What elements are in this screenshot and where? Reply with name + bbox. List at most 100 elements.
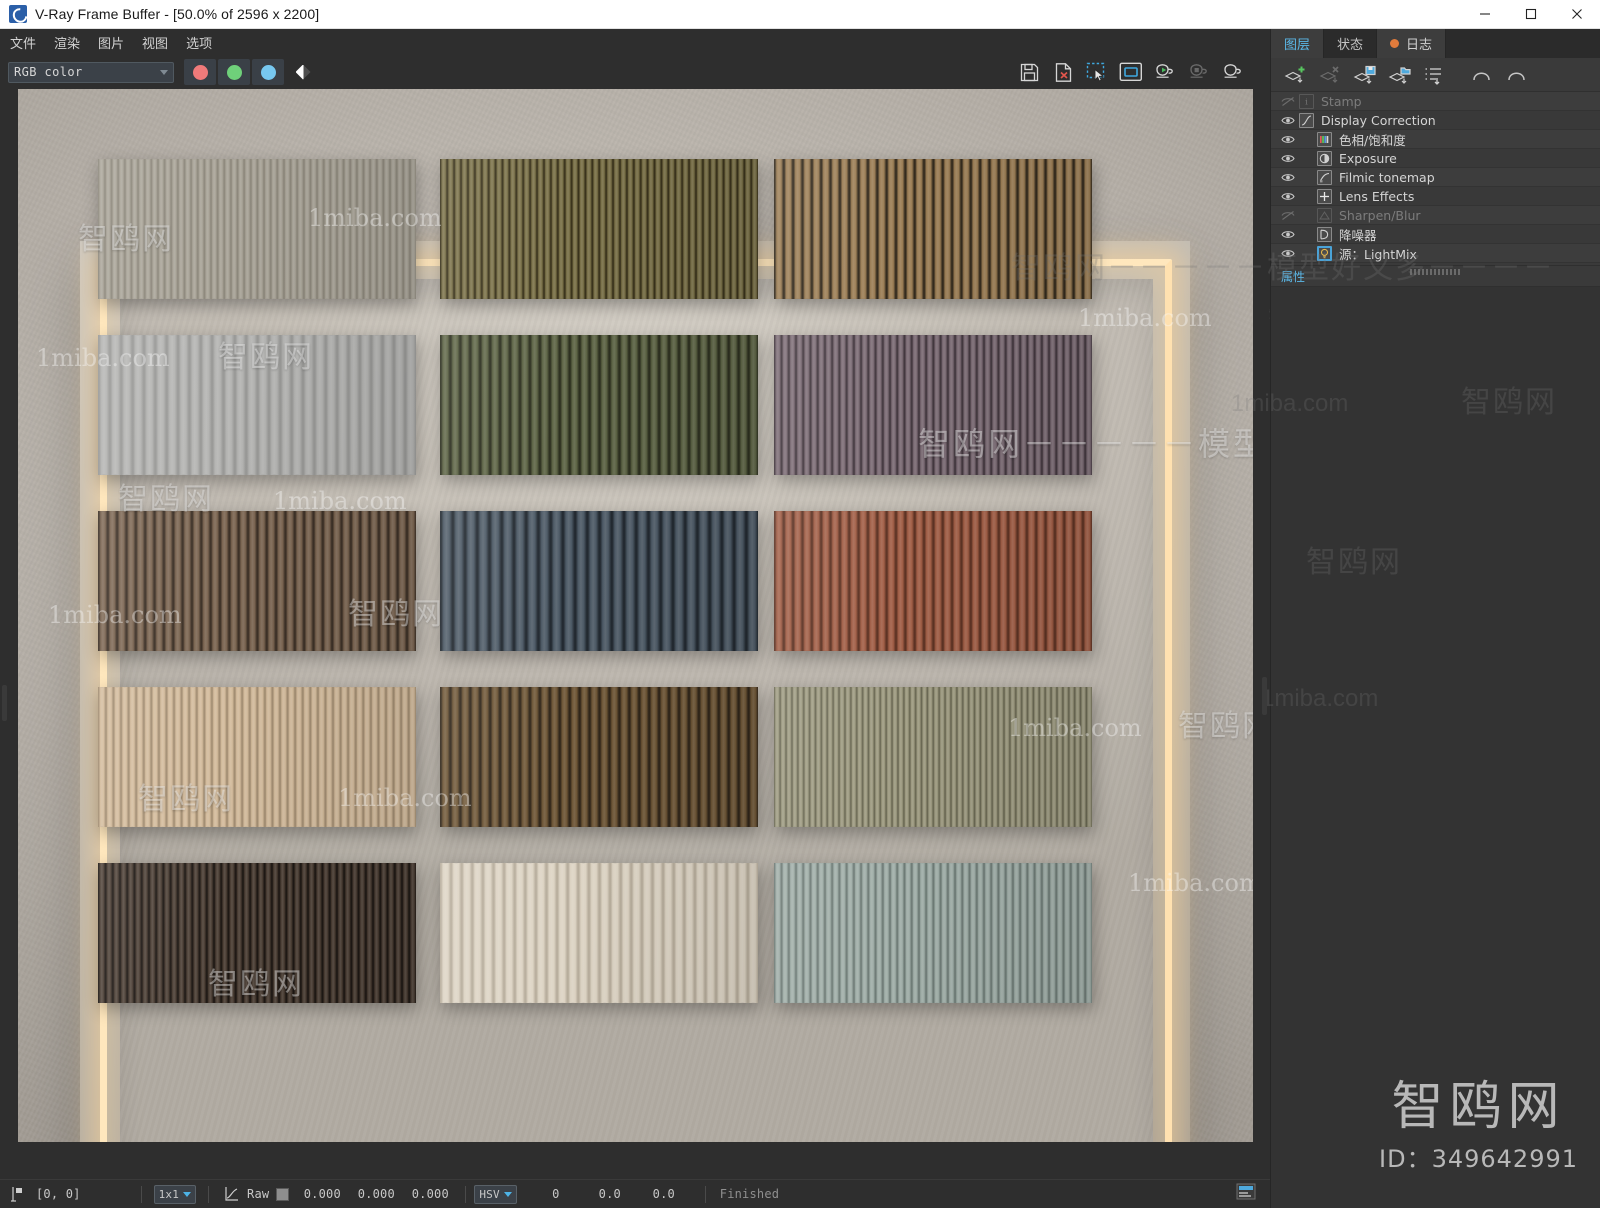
render-toolbar: RGB color — [0, 55, 1270, 89]
fluted-slat-texture — [440, 863, 758, 1003]
material-sample-panel — [98, 511, 416, 651]
render-viewport[interactable]: 1miba.com 智鸥网 智鸥网 1miba.com 智鸥网 1miba.co… — [0, 89, 1270, 1179]
status-bar: [0, 0] 1x1 Raw 0.000 0.000 0.000 HSV 0 0… — [0, 1179, 1270, 1208]
hue-saturation-icon — [1317, 131, 1332, 147]
tab-layers-label: 图层 — [1284, 38, 1311, 53]
layer-row[interactable]: Filmic tonemap — [1271, 168, 1600, 187]
eye-visible-icon[interactable] — [1277, 115, 1299, 126]
save-image-xml-icon[interactable] — [1048, 58, 1078, 86]
layer-name: Stamp — [1321, 93, 1362, 109]
menu-render[interactable]: 渲染 — [54, 33, 80, 52]
tab-properties[interactable]: 属性 — [1271, 266, 1315, 286]
layer-row[interactable]: Lens Effects — [1271, 187, 1600, 206]
stamp-icon: i — [1299, 93, 1314, 109]
eye-visible-icon[interactable] — [1277, 229, 1299, 240]
lightmix-icon — [1317, 245, 1332, 261]
add-layer-icon[interactable] — [1281, 63, 1308, 87]
fluted-slat-texture — [440, 159, 758, 299]
save-image-icon[interactable] — [1014, 58, 1044, 86]
right-splitter-handle[interactable] — [1262, 677, 1267, 715]
fluted-slat-texture — [440, 335, 758, 475]
fit-view-icon[interactable] — [1116, 58, 1146, 86]
tab-status[interactable]: 状态 — [1324, 29, 1378, 58]
watermark-cn: 智鸥网 — [1461, 386, 1557, 419]
menu-view[interactable]: 视图 — [142, 33, 168, 52]
panel-grip-handle[interactable] — [1409, 269, 1462, 275]
render-start-icon[interactable] — [1150, 58, 1180, 86]
tab-layers[interactable]: 图层 — [1271, 29, 1325, 58]
panel-tabs: 图层 状态 日志 — [1271, 29, 1600, 58]
curve-icon — [1299, 112, 1314, 128]
rgb-g-value: 0.000 — [357, 1187, 395, 1201]
close-icon[interactable] — [1554, 0, 1600, 29]
eye-visible-icon[interactable] — [1277, 172, 1299, 183]
channel-select-value: RGB color — [14, 65, 83, 79]
curve-icon[interactable] — [221, 1186, 241, 1202]
material-sample-panel — [98, 687, 416, 827]
layer-row[interactable]: Sharpen/Blur — [1271, 206, 1600, 225]
rgb-b-value: 0.000 — [411, 1187, 449, 1201]
layer-row[interactable]: 降噪器 — [1271, 225, 1600, 244]
svg-text:i: i — [1305, 97, 1308, 106]
material-sample-panel — [440, 687, 758, 827]
color-mode-value: HSV — [479, 1187, 500, 1201]
eye-hidden-icon[interactable] — [1277, 96, 1299, 107]
layer-row[interactable]: i Stamp — [1271, 92, 1600, 111]
history-thumb-icon[interactable] — [1236, 1183, 1256, 1205]
hsv-h-value: 0 — [552, 1187, 560, 1201]
layer-presets-icon[interactable] — [1421, 63, 1448, 87]
eye-visible-icon[interactable] — [1277, 134, 1299, 145]
fluted-slat-texture — [98, 511, 416, 651]
save-layers-icon[interactable] — [1351, 63, 1378, 87]
eye-visible-icon[interactable] — [1277, 153, 1299, 164]
material-sample-panel — [98, 335, 416, 475]
eye-hidden-icon[interactable] — [1277, 210, 1299, 221]
eye-visible-icon[interactable] — [1277, 191, 1299, 202]
pixel-lock-icon[interactable] — [6, 1186, 28, 1202]
tab-status-label: 状态 — [1337, 38, 1364, 53]
eye-visible-icon[interactable] — [1277, 248, 1299, 259]
layer-row[interactable]: Display Correction — [1271, 111, 1600, 130]
layer-row[interactable]: 色相/饱和度 — [1271, 130, 1600, 149]
divider — [465, 1185, 467, 1203]
layer-name: 色相/饱和度 — [1339, 132, 1406, 148]
tab-properties-label: 属性 — [1281, 269, 1306, 284]
fluted-slat-texture — [98, 159, 416, 299]
channel-select[interactable]: RGB color — [8, 61, 174, 83]
render-last-icon[interactable] — [1218, 58, 1248, 86]
render-stop-icon[interactable] — [1184, 58, 1214, 86]
rendered-image[interactable]: 1miba.com 智鸥网 智鸥网 1miba.com 智鸥网 1miba.co… — [18, 89, 1253, 1142]
denoiser-icon — [1317, 226, 1332, 242]
properties-area: 属性 智鸥网－－－－－模型好又多－－－－ 1miba.com 智鸥网 智鸥网 1… — [1011, 252, 1600, 1208]
maximize-icon[interactable] — [1508, 0, 1554, 29]
blue-channel-button[interactable] — [252, 59, 284, 85]
tab-log[interactable]: 日志 — [1377, 29, 1447, 58]
hsv-v-value: 0.0 — [652, 1187, 675, 1201]
render-column: 文件 渲染 图片 视图 选项 RGB color 1miba.com 智鸥网 智… — [0, 29, 1270, 1208]
load-layers-icon[interactable] — [1386, 63, 1413, 87]
color-mode-select[interactable]: HSV — [474, 1184, 517, 1204]
alpha-channel-icon[interactable] — [288, 59, 318, 85]
layer-row[interactable]: Exposure — [1271, 149, 1600, 168]
delete-layer-icon[interactable] — [1316, 63, 1343, 87]
layer-name: 源：LightMix — [1339, 246, 1417, 262]
region-select-icon[interactable] — [1082, 58, 1112, 86]
divider — [704, 1185, 706, 1203]
redo-icon[interactable] — [1503, 63, 1530, 87]
menu-image[interactable]: 图片 — [98, 33, 124, 52]
layer-row[interactable]: 源：LightMix — [1271, 244, 1600, 263]
undo-icon[interactable] — [1468, 63, 1495, 87]
left-splitter-handle[interactable] — [2, 685, 7, 721]
brand-id: ID：349642991 — [1379, 1145, 1578, 1173]
menu-file[interactable]: 文件 — [10, 33, 36, 52]
sample-size-select[interactable]: 1x1 — [153, 1184, 197, 1204]
layer-list[interactable]: i Stamp Display Correction 色相/饱和度 Exposure Fi… — [1271, 92, 1600, 265]
fluted-slat-texture — [440, 511, 758, 651]
sampled-color-swatch — [276, 1187, 290, 1201]
green-channel-button[interactable] — [218, 59, 250, 85]
material-sample-panel — [98, 159, 416, 299]
minimize-icon[interactable] — [1462, 0, 1508, 29]
menu-options[interactable]: 选项 — [186, 33, 212, 52]
layer-name: Exposure — [1339, 150, 1397, 166]
red-channel-button[interactable] — [184, 59, 216, 85]
